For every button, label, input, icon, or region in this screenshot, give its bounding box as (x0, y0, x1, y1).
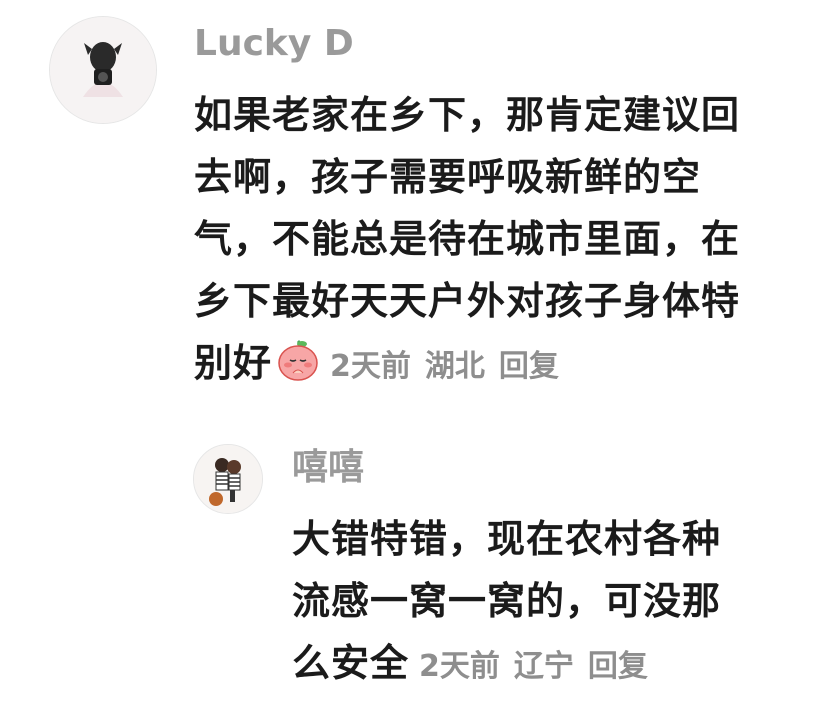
comment-time: 2天前 (419, 649, 500, 684)
avatar[interactable] (193, 444, 263, 514)
comment-line: 乡下最好天天户外对孩子身体特 (194, 279, 741, 323)
comment-last-line: 别好 2天前 湖北 回复 (194, 332, 814, 398)
comment-line: 如果老家在乡下，那肯定建议回 (194, 93, 741, 137)
comment-body: 大错特错，现在农村各种 流感一窝一窝的，可没那 么安全 2天前 辽宁 回复 (292, 508, 812, 698)
comment-line: 别好 (194, 341, 273, 385)
comment-meta: 2天前 湖北 回复 (320, 349, 559, 384)
comment-line: 大错特错，现在农村各种 (292, 517, 722, 561)
comment-last-line: 么安全 2天前 辽宁 回复 (292, 632, 812, 698)
comment-location: 湖北 (424, 349, 485, 384)
comment-location: 辽宁 (513, 649, 574, 684)
username[interactable]: 嘻嘻 (292, 446, 364, 490)
username[interactable]: Lucky D (194, 22, 354, 66)
reply-button[interactable]: 回复 (499, 349, 559, 384)
user-avatar-icon (50, 17, 156, 123)
comment-meta: 2天前 辽宁 回复 (409, 649, 648, 684)
comment-line: 气，不能总是待在城市里面，在 (194, 217, 741, 261)
comment-time: 2天前 (330, 349, 411, 384)
comment-line: 去啊，孩子需要呼吸新鲜的空 (194, 155, 702, 199)
comment-body: 如果老家在乡下，那肯定建议回 去啊，孩子需要呼吸新鲜的空 气，不能总是待在城市里… (194, 84, 814, 398)
user-avatar-icon (194, 445, 262, 513)
reply-button[interactable]: 回复 (588, 649, 648, 684)
avatar[interactable] (49, 16, 157, 124)
comment-line: 么安全 (292, 641, 410, 685)
comment-line: 流感一窝一窝的，可没那 (292, 579, 722, 623)
pleading-peach-emoji-icon (276, 338, 320, 382)
